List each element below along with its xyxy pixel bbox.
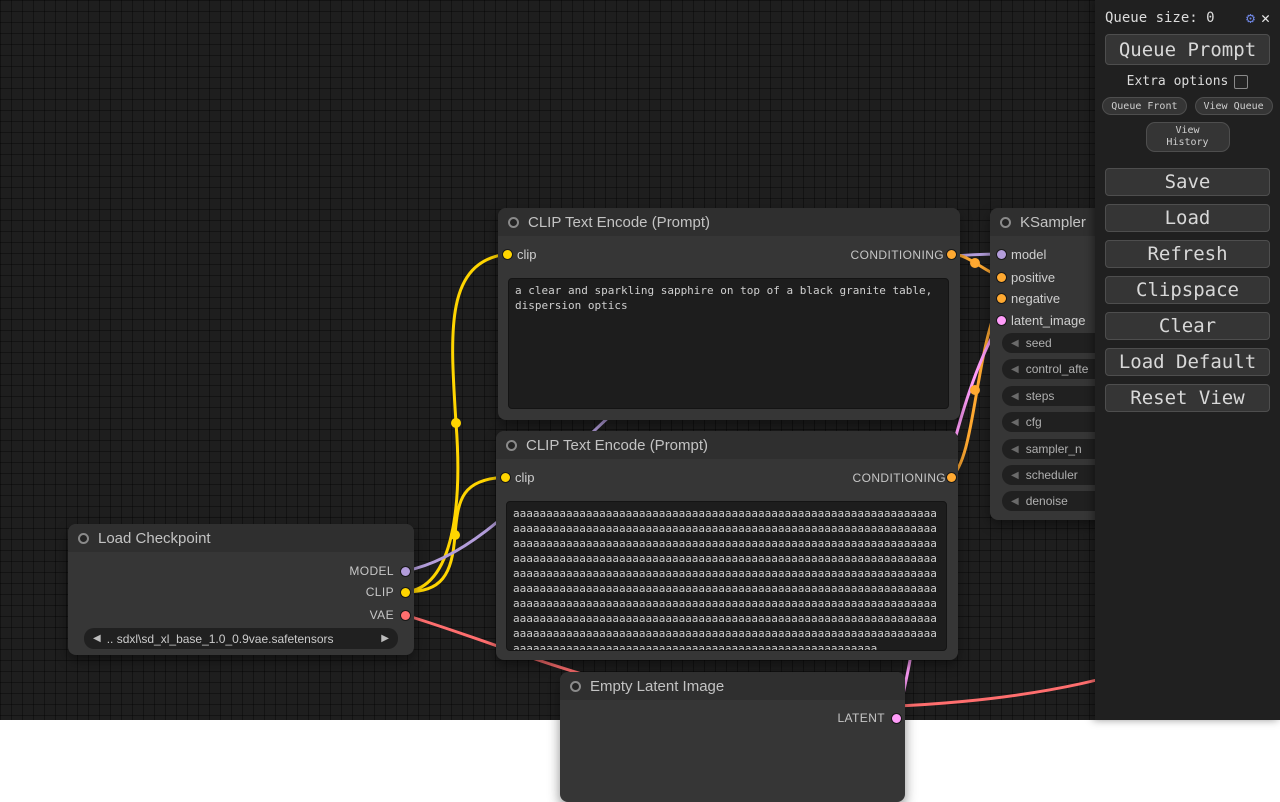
combo-prev-icon[interactable]: ◀ xyxy=(93,633,101,644)
queue-front-button[interactable]: Queue Front xyxy=(1102,97,1186,115)
input-dot-positive[interactable] xyxy=(997,273,1006,282)
input-label-latent-image: latent_image xyxy=(1011,313,1085,328)
input-dot-latent-image[interactable] xyxy=(997,316,1006,325)
widget-decrement-icon[interactable]: ◀ xyxy=(1011,364,1019,375)
queue-actions-row: Queue Front View Queue xyxy=(1095,97,1280,115)
output-dot-latent[interactable] xyxy=(892,714,901,723)
input-dot-clip[interactable] xyxy=(501,473,510,482)
close-icon[interactable]: ✕ xyxy=(1261,11,1270,26)
node-title: CLIP Text Encode (Prompt) xyxy=(526,437,708,454)
load-default-button[interactable]: Load Default xyxy=(1105,348,1270,376)
node-title: KSampler xyxy=(1020,214,1086,231)
queue-size-label: Queue size: 0 xyxy=(1105,10,1240,26)
collapse-dot-icon[interactable] xyxy=(1000,217,1011,228)
comfy-menu: Queue size: 0 ⚙ ✕ Queue Prompt Extra opt… xyxy=(1095,0,1280,720)
input-dot-clip[interactable] xyxy=(503,250,512,259)
combo-next-icon[interactable]: ▶ xyxy=(381,633,389,644)
widget-label: seed xyxy=(1026,336,1052,350)
load-button[interactable]: Load xyxy=(1105,204,1270,232)
input-label-clip: clip xyxy=(517,247,537,262)
node-clip-text-encode-positive[interactable]: CLIP Text Encode (Prompt) clip CONDITION… xyxy=(498,208,960,420)
settings-gear-icon[interactable]: ⚙ xyxy=(1246,11,1255,26)
view-history-button[interactable]: View History xyxy=(1146,122,1230,152)
node-title-bar[interactable]: CLIP Text Encode (Prompt) xyxy=(498,208,960,236)
input-label-negative: negative xyxy=(1011,291,1060,306)
node-title: Empty Latent Image xyxy=(590,678,724,695)
node-clip-text-encode-negative[interactable]: CLIP Text Encode (Prompt) clip CONDITION… xyxy=(496,431,958,660)
collapse-dot-icon[interactable] xyxy=(78,533,89,544)
widget-decrement-icon[interactable]: ◀ xyxy=(1011,338,1019,349)
widget-decrement-icon[interactable]: ◀ xyxy=(1011,417,1019,428)
prompt-textarea[interactable]: a clear and sparkling sapphire on top of… xyxy=(508,278,949,409)
link-dot-clip-a xyxy=(451,418,461,428)
input-dot-model[interactable] xyxy=(997,250,1006,259)
output-label-latent: LATENT xyxy=(837,711,885,725)
output-label-model: MODEL xyxy=(349,564,394,578)
link-dot-negative xyxy=(970,385,980,395)
node-empty-latent-image[interactable]: Empty Latent Image LATENT xyxy=(560,672,905,802)
refresh-button[interactable]: Refresh xyxy=(1105,240,1270,268)
input-label-clip: clip xyxy=(515,470,535,485)
widget-label: denoise xyxy=(1026,494,1068,508)
input-label-model: model xyxy=(1011,247,1046,262)
clear-button[interactable]: Clear xyxy=(1105,312,1270,340)
widget-decrement-icon[interactable]: ◀ xyxy=(1011,444,1019,455)
widget-label: cfg xyxy=(1026,415,1042,429)
extra-options-checkbox[interactable] xyxy=(1234,75,1248,89)
menu-header: Queue size: 0 ⚙ ✕ xyxy=(1095,0,1280,34)
view-queue-button[interactable]: View Queue xyxy=(1195,97,1273,115)
output-dot-conditioning[interactable] xyxy=(947,473,956,482)
node-title-bar[interactable]: CLIP Text Encode (Prompt) xyxy=(496,431,958,459)
node-title: Load Checkpoint xyxy=(98,530,211,547)
clipspace-button[interactable]: Clipspace xyxy=(1105,276,1270,304)
widget-decrement-icon[interactable]: ◀ xyxy=(1011,470,1019,481)
widget-label: control_afte xyxy=(1026,362,1089,376)
output-dot-clip[interactable] xyxy=(401,588,410,597)
save-button[interactable]: Save xyxy=(1105,168,1270,196)
node-title-bar[interactable]: Load Checkpoint xyxy=(68,524,414,552)
queue-prompt-button[interactable]: Queue Prompt xyxy=(1105,34,1270,65)
collapse-dot-icon[interactable] xyxy=(570,681,581,692)
output-label-clip: CLIP xyxy=(366,585,394,599)
widget-decrement-icon[interactable]: ◀ xyxy=(1011,391,1019,402)
output-label-vae: VAE xyxy=(370,608,394,622)
widget-label: steps xyxy=(1026,389,1055,403)
collapse-dot-icon[interactable] xyxy=(506,440,517,451)
widget-label: sampler_n xyxy=(1026,442,1082,456)
link-dot-positive xyxy=(970,258,980,268)
node-canvas[interactable]: CLIP Text Encode (Prompt) clip CONDITION… xyxy=(0,0,1280,720)
output-label-conditioning: CONDITIONING xyxy=(851,248,944,262)
output-dot-vae[interactable] xyxy=(401,611,410,620)
output-dot-conditioning[interactable] xyxy=(947,250,956,259)
collapse-dot-icon[interactable] xyxy=(508,217,519,228)
prompt-textarea[interactable]: aaaaaaaaaaaaaaaaaaaaaaaaaaaaaaaaaaaaaaaa… xyxy=(506,501,947,651)
widget-decrement-icon[interactable]: ◀ xyxy=(1011,496,1019,507)
node-title-bar[interactable]: Empty Latent Image xyxy=(560,672,905,700)
input-dot-negative[interactable] xyxy=(997,294,1006,303)
widget-label: scheduler xyxy=(1026,468,1078,482)
ckpt-name-value: .. sdxl\sd_xl_base_1.0_0.9vae.safetensor… xyxy=(101,632,382,646)
node-load-checkpoint[interactable]: Load Checkpoint MODEL CLIP VAE ◀ .. sdxl… xyxy=(68,524,414,655)
reset-view-button[interactable]: Reset View xyxy=(1105,384,1270,412)
input-label-positive: positive xyxy=(1011,270,1055,285)
extra-options-row: Extra options xyxy=(1095,74,1280,89)
link-dot-clip-b xyxy=(450,530,460,540)
output-dot-model[interactable] xyxy=(401,567,410,576)
output-label-conditioning: CONDITIONING xyxy=(853,471,946,485)
extra-options-label: Extra options xyxy=(1127,74,1229,89)
node-title: CLIP Text Encode (Prompt) xyxy=(528,214,710,231)
ckpt-name-combo[interactable]: ◀ .. sdxl\sd_xl_base_1.0_0.9vae.safetens… xyxy=(84,628,398,649)
